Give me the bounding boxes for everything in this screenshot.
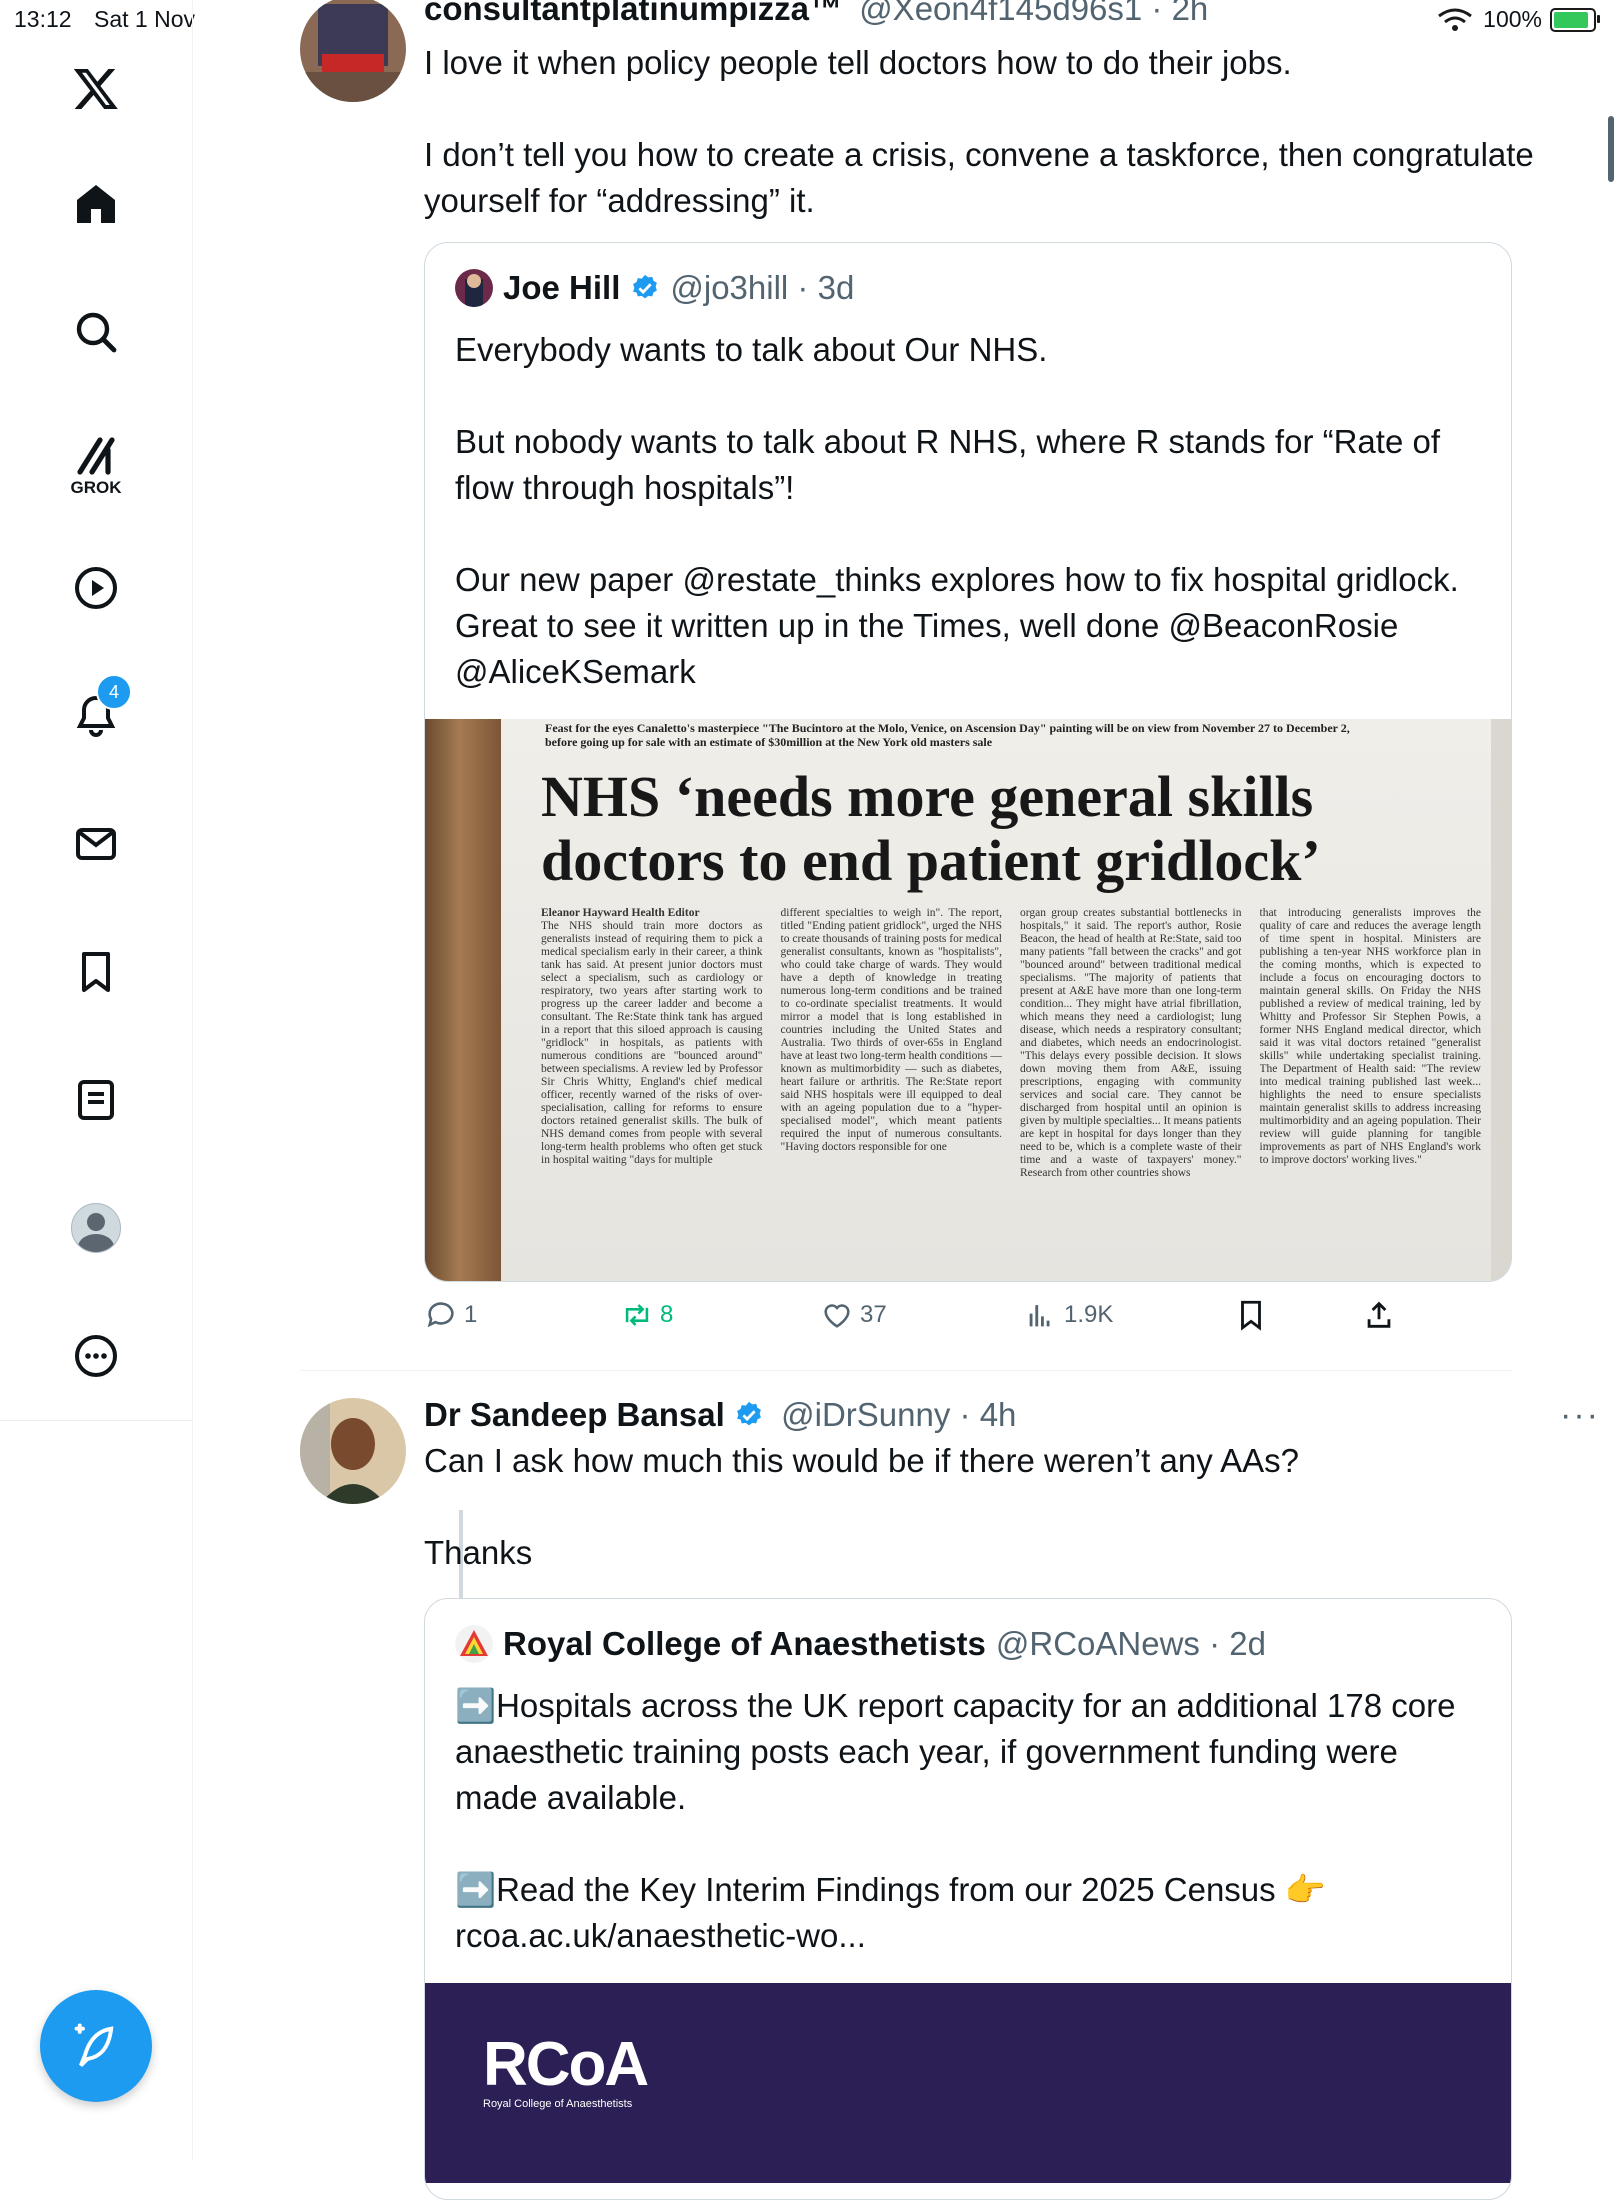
- author-name[interactable]: consultantplatinumpizza™: [424, 0, 842, 27]
- tweet-time[interactable]: 4h: [980, 1396, 1017, 1433]
- quote-paragraph: Everybody wants to talk about Our NHS.: [455, 331, 1048, 368]
- bookmark-icon: [1241, 1300, 1261, 1331]
- feed[interactable]: consultantplatinumpizza™ @Xeon4f145d96s1…: [192, 0, 1620, 2200]
- rcoa-logo: RCoA Royal College of Anaesthetists: [483, 2029, 649, 2110]
- tweet-time[interactable]: 2h: [1172, 0, 1209, 27]
- quote-paragraph: Our new paper @restate_thinks explores h…: [455, 561, 1459, 690]
- repost-icon: [625, 1304, 649, 1326]
- home-icon[interactable]: [60, 168, 132, 240]
- adjacent-page-strip: [1491, 719, 1511, 1281]
- tweet-header: Dr Sandeep Bansal @iDrSunny · 4h: [424, 1396, 1017, 1433]
- quote-author-name[interactable]: Joe Hill: [503, 269, 620, 307]
- tweet-text: I love it when policy people tell doctor…: [424, 40, 1564, 224]
- views-icon: [1029, 1305, 1050, 1327]
- video-icon[interactable]: [60, 552, 132, 624]
- tweet-header: consultantplatinumpizza™ @Xeon4f145d96s1…: [424, 0, 1208, 28]
- x-logo-icon[interactable]: [60, 52, 132, 124]
- author-handle[interactable]: @Xeon4f145d96s1: [859, 0, 1142, 27]
- quote-author-handle[interactable]: @RCoANews: [996, 1625, 1200, 1662]
- quote-time[interactable]: 2d: [1229, 1625, 1266, 1662]
- like-button[interactable]: 37: [820, 1298, 887, 1332]
- tweet-paragraph: I love it when policy people tell doctor…: [424, 44, 1292, 81]
- quote-time[interactable]: 3d: [818, 269, 855, 306]
- quote-text: Everybody wants to talk about Our NHS. B…: [455, 327, 1485, 695]
- repost-button[interactable]: 8: [620, 1298, 673, 1332]
- newspaper-column: that introducing generalists improves th…: [1259, 907, 1482, 1166]
- repost-count: 8: [660, 1301, 674, 1328]
- notification-badge: 4: [96, 674, 132, 710]
- search-icon[interactable]: [60, 296, 132, 368]
- notifications-icon[interactable]: 4: [60, 674, 132, 752]
- profile-icon[interactable]: [60, 1192, 132, 1264]
- quoted-tweet[interactable]: Joe Hill @jo3hill · 3d Everybody wants t…: [424, 242, 1512, 1282]
- share-icon: [1367, 1301, 1391, 1328]
- bookmark-button[interactable]: [1234, 1298, 1268, 1332]
- avatar[interactable]: [300, 0, 406, 102]
- quote-paragraph: ➡️Read the Key Interim Findings from our…: [455, 1871, 1326, 1954]
- rcoa-image[interactable]: RCoA Royal College of Anaesthetists: [425, 1983, 1511, 2183]
- compose-icon: [74, 2023, 114, 2067]
- bookmarks-icon[interactable]: [60, 936, 132, 1008]
- sidebar: GROK 4: [0, 0, 193, 2160]
- grok-label: GROK: [70, 478, 122, 497]
- newspaper-byline: Eleanor Hayward Health Editor: [541, 907, 700, 919]
- more-options-button[interactable]: ···: [1560, 1396, 1600, 1435]
- tweet-paragraph: I don’t tell you how to create a crisis,…: [424, 136, 1534, 219]
- quote-header: Joe Hill @jo3hill · 3d: [455, 269, 854, 307]
- author-handle[interactable]: @iDrSunny: [781, 1396, 950, 1433]
- tweet-actions: 1 8 37 1.9K: [424, 1298, 1424, 1346]
- verified-badge-icon: [633, 274, 658, 299]
- scrollbar[interactable]: [1608, 116, 1614, 182]
- quote-avatar[interactable]: [455, 269, 493, 307]
- profile-avatar: [71, 1203, 121, 1253]
- newspaper-image[interactable]: Feast for the eyes Canaletto's masterpie…: [425, 719, 1511, 1281]
- verified-badge-icon: [737, 1401, 761, 1426]
- reply-icon: [427, 1302, 454, 1328]
- avatar[interactable]: [300, 1398, 406, 1504]
- newspaper-column: different specialties to weigh in". The …: [780, 907, 1003, 1153]
- quote-header: Royal College of Anaesthetists @RCoANews…: [455, 1625, 1266, 1663]
- newspaper-columns: Eleanor Hayward Health Editor The NHS sho…: [541, 907, 1481, 1277]
- reply-count: 1: [464, 1301, 478, 1328]
- more-icon[interactable]: [60, 1320, 132, 1392]
- quote-avatar[interactable]: [455, 1625, 493, 1663]
- sidebar-divider: [0, 1420, 192, 1421]
- newspaper-column: Eleanor Hayward Health Editor The NHS sho…: [541, 907, 763, 1277]
- reply-button[interactable]: 1: [424, 1298, 477, 1332]
- like-count: 37: [860, 1301, 887, 1328]
- share-button[interactable]: [1362, 1298, 1396, 1332]
- rcoa-logo-text: RCoA: [483, 2030, 649, 2099]
- quote-paragraph: ➡️Hospitals across the UK report capacit…: [455, 1687, 1456, 1816]
- quote-text: ➡️Hospitals across the UK report capacit…: [455, 1683, 1485, 1959]
- newspaper-page: Feast for the eyes Canaletto's masterpie…: [501, 719, 1491, 1281]
- wood-background: [425, 719, 501, 1281]
- grok-icon[interactable]: GROK: [60, 420, 132, 497]
- quote-paragraph: But nobody wants to talk about R NHS, wh…: [455, 423, 1440, 506]
- quote-author-handle[interactable]: @jo3hill: [670, 269, 788, 306]
- tweet-paragraph: Thanks: [424, 1534, 533, 1571]
- newspaper-column: organ group creates substantial bottlene…: [1020, 907, 1242, 1179]
- tweet-divider: [300, 1370, 1512, 1371]
- newspaper-headline: NHS ‘needs more general skills doctors t…: [541, 764, 1321, 893]
- tweet-paragraph: Can I ask how much this would be if ther…: [424, 1442, 1299, 1479]
- lists-icon[interactable]: [60, 1064, 132, 1136]
- heart-icon: [824, 1304, 850, 1328]
- author-name[interactable]: Dr Sandeep Bansal: [424, 1396, 725, 1433]
- view-count: 1.9K: [1064, 1301, 1114, 1328]
- rcoa-logo-subtext: Royal College of Anaesthetists: [483, 2098, 633, 2110]
- messages-icon[interactable]: [60, 808, 132, 880]
- compose-button[interactable]: [40, 1990, 152, 2102]
- quoted-tweet[interactable]: Royal College of Anaesthetists @RCoANews…: [424, 1598, 1512, 2200]
- quote-author-name[interactable]: Royal College of Anaesthetists: [503, 1625, 986, 1663]
- newspaper-kicker: Feast for the eyes Canaletto's masterpie…: [545, 721, 1350, 749]
- views-button[interactable]: 1.9K: [1024, 1298, 1113, 1332]
- column-text: The NHS should train more doctors as gen…: [541, 920, 763, 1166]
- tweet-text: Can I ask how much this would be if ther…: [424, 1438, 1564, 1576]
